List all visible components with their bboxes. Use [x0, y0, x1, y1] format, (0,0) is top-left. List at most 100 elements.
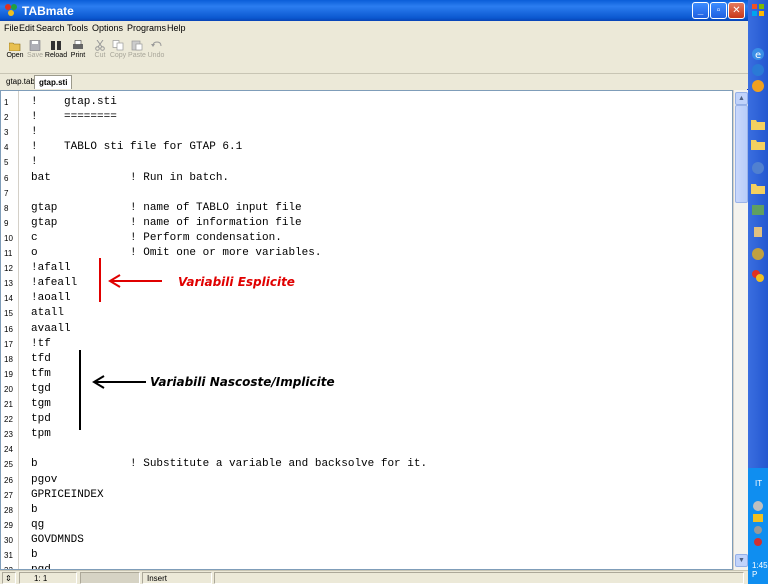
svg-text:e: e: [755, 50, 761, 61]
maximize-button[interactable]: ▫: [710, 2, 727, 19]
line-number: 14: [4, 294, 13, 304]
code-line[interactable]: gtap ! name of information file: [31, 217, 302, 229]
status-bar: ⇕ 1: 1 Insert: [0, 570, 748, 584]
undo-button[interactable]: Undo: [146, 38, 166, 72]
line-number: 29: [4, 520, 13, 530]
print-button[interactable]: Print: [68, 38, 88, 72]
scroll-up-button[interactable]: ▲: [735, 92, 748, 105]
taskbar-clock[interactable]: 1:45 P: [752, 561, 768, 579]
line-number: 23: [4, 430, 13, 440]
code-editor[interactable]: 1 2 3 4 5 6 7 8 9 10 11 12 13 14 15 16 17 18 19 20 21 22 23 24 2…: [0, 90, 733, 570]
cut-icon: [95, 40, 105, 51]
code-line[interactable]: !tf: [31, 338, 51, 350]
line-number: 19: [4, 369, 13, 379]
tab-gtap-sti[interactable]: gtap.sti: [34, 75, 73, 89]
program-icon[interactable]: [750, 160, 766, 176]
line-number: 30: [4, 535, 13, 545]
code-line[interactable]: bat ! Run in batch.: [31, 172, 229, 184]
menu-options[interactable]: Options: [92, 23, 123, 33]
code-line[interactable]: GOVDMNDS: [31, 534, 84, 546]
code-line[interactable]: atall: [31, 307, 64, 319]
image-icon[interactable]: [750, 202, 766, 218]
code-line[interactable]: tfm: [31, 368, 51, 380]
code-line[interactable]: !afall: [31, 262, 71, 274]
line-number: 9: [4, 218, 9, 228]
code-line[interactable]: avaall: [31, 323, 71, 335]
code-line[interactable]: b: [31, 504, 38, 516]
line-number: 1: [4, 98, 9, 107]
ie-icon[interactable]: e: [750, 46, 766, 62]
code-line[interactable]: ! gtap.sti: [31, 96, 117, 108]
file-tabs: gtap.tab gtap.sti: [0, 74, 748, 89]
scroll-thumb[interactable]: [735, 105, 748, 203]
undo-icon: [151, 41, 162, 47]
save-icon: [29, 40, 41, 51]
implicit-bracket: [79, 350, 81, 430]
menu-tools[interactable]: Tools: [67, 23, 88, 33]
line-number: 28: [4, 505, 13, 515]
folder-icon[interactable]: [750, 180, 766, 196]
status-toggle-icon[interactable]: ⇕: [2, 572, 16, 584]
line-number: 2: [4, 113, 9, 123]
app-icon[interactable]: [750, 246, 766, 262]
code-line[interactable]: tgm: [31, 398, 51, 410]
reload-icon: [51, 41, 61, 50]
code-line[interactable]: tpd: [31, 413, 51, 425]
title-bar[interactable]: TABmate _ ▫ ✕: [0, 0, 748, 21]
undo-label: Undo: [147, 52, 165, 59]
code-line[interactable]: ! TABLO sti file for GTAP 6.1: [31, 141, 242, 153]
media-icon[interactable]: [750, 78, 766, 94]
app-icon[interactable]: [750, 224, 766, 240]
reload-button[interactable]: Reload: [45, 38, 67, 72]
menu-edit[interactable]: Edit: [19, 23, 35, 33]
close-button[interactable]: ✕: [728, 2, 745, 19]
code-line[interactable]: qg: [31, 519, 44, 531]
window-title: TABmate: [22, 4, 74, 18]
line-number: 6: [4, 173, 9, 183]
scroll-down-button[interactable]: ▼: [735, 554, 748, 567]
code-line[interactable]: !: [31, 126, 38, 138]
code-line[interactable]: o ! Omit one or more variables.: [31, 247, 321, 259]
code-line[interactable]: b: [31, 549, 38, 561]
implicit-arrow: [92, 375, 146, 389]
windows-logo-icon[interactable]: [750, 2, 766, 18]
minimize-button[interactable]: _: [692, 2, 709, 19]
tray-icons[interactable]: [750, 500, 766, 556]
tabmate-taskbar-icon[interactable]: [750, 268, 766, 284]
line-number: 22: [4, 415, 13, 425]
menu-file[interactable]: File: [4, 23, 19, 33]
line-number: 18: [4, 354, 13, 364]
folder-icon[interactable]: [750, 136, 766, 152]
code-line[interactable]: c ! Perform condensation.: [31, 232, 282, 244]
browser-icon[interactable]: [750, 62, 766, 78]
line-number: 10: [4, 233, 13, 243]
line-number: 5: [4, 158, 9, 168]
explicit-arrow: [108, 274, 162, 288]
vertical-scrollbar[interactable]: ▲ ▼: [733, 90, 748, 570]
menu-programs[interactable]: Programs: [127, 23, 166, 33]
code-line[interactable]: tpm: [31, 428, 51, 440]
line-number: 4: [4, 143, 9, 153]
explicit-annotation: Variabili Esplicite: [178, 275, 295, 289]
tabmate-app-icon: [5, 4, 17, 16]
folder-icon[interactable]: [750, 116, 766, 132]
code-line[interactable]: !: [31, 156, 38, 168]
line-number: 8: [4, 203, 9, 213]
line-number: 13: [4, 279, 13, 289]
code-line[interactable]: !aoall: [31, 292, 71, 304]
menu-help[interactable]: Help: [167, 23, 186, 33]
code-line[interactable]: ! ========: [31, 111, 117, 123]
open-icon: [9, 42, 21, 51]
code-line[interactable]: tgd: [31, 383, 51, 395]
code-line[interactable]: tfd: [31, 353, 51, 365]
code-line[interactable]: gtap ! name of TABLO input file: [31, 202, 302, 214]
language-indicator[interactable]: IT: [755, 479, 762, 488]
menu-search[interactable]: Search: [36, 23, 65, 33]
code-line[interactable]: GPRICEINDEX: [31, 489, 104, 501]
line-number: 7: [4, 188, 9, 198]
line-number: 21: [4, 400, 13, 409]
code-line[interactable]: pgov: [31, 474, 57, 486]
cursor-position: 1: 1: [19, 572, 77, 584]
code-line[interactable]: b ! Substitute a variable and backsolve …: [31, 458, 427, 470]
code-line[interactable]: !afeall: [31, 277, 77, 289]
